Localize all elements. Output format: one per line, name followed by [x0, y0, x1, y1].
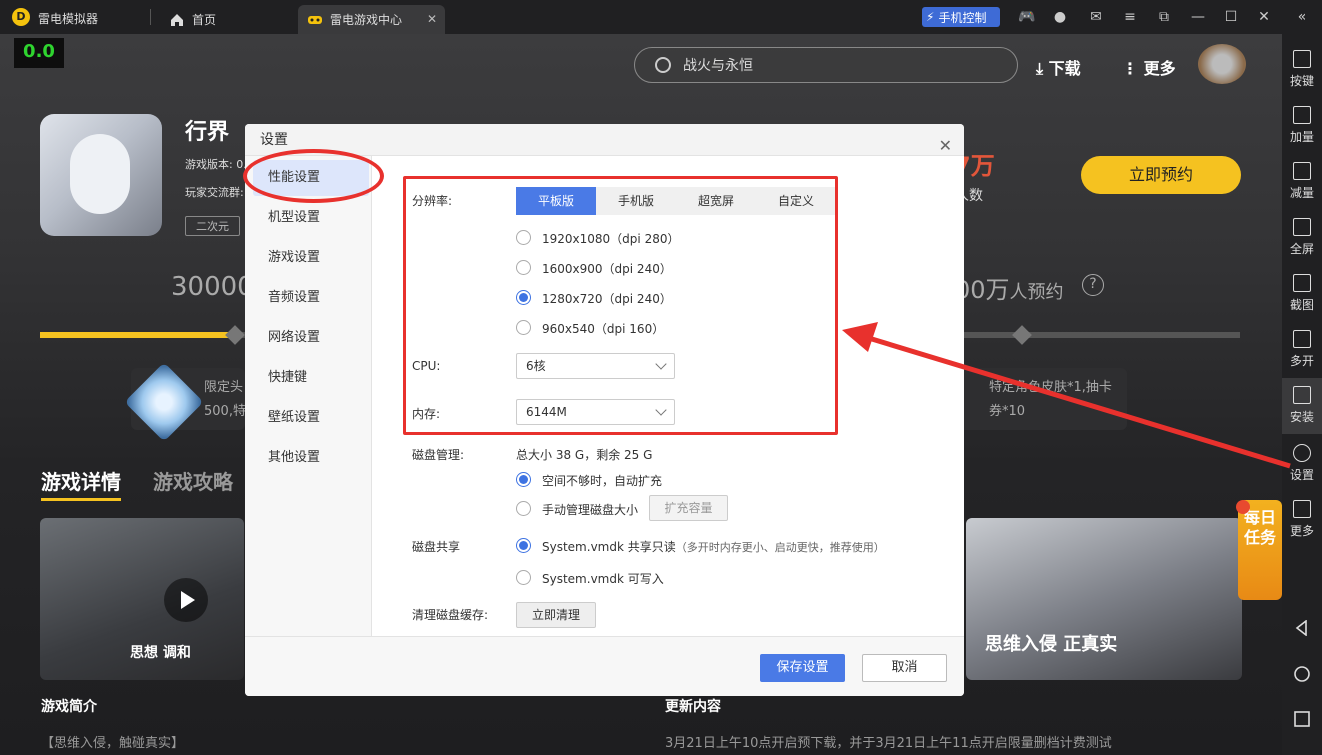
annotation-arrow — [842, 322, 1291, 469]
app-window: D 雷电模拟器 首页 雷电游戏中心 ✕ ⚡ 手机控制 🎮 ● ✉ ≡ ⧉ — ☐… — [0, 0, 1322, 755]
